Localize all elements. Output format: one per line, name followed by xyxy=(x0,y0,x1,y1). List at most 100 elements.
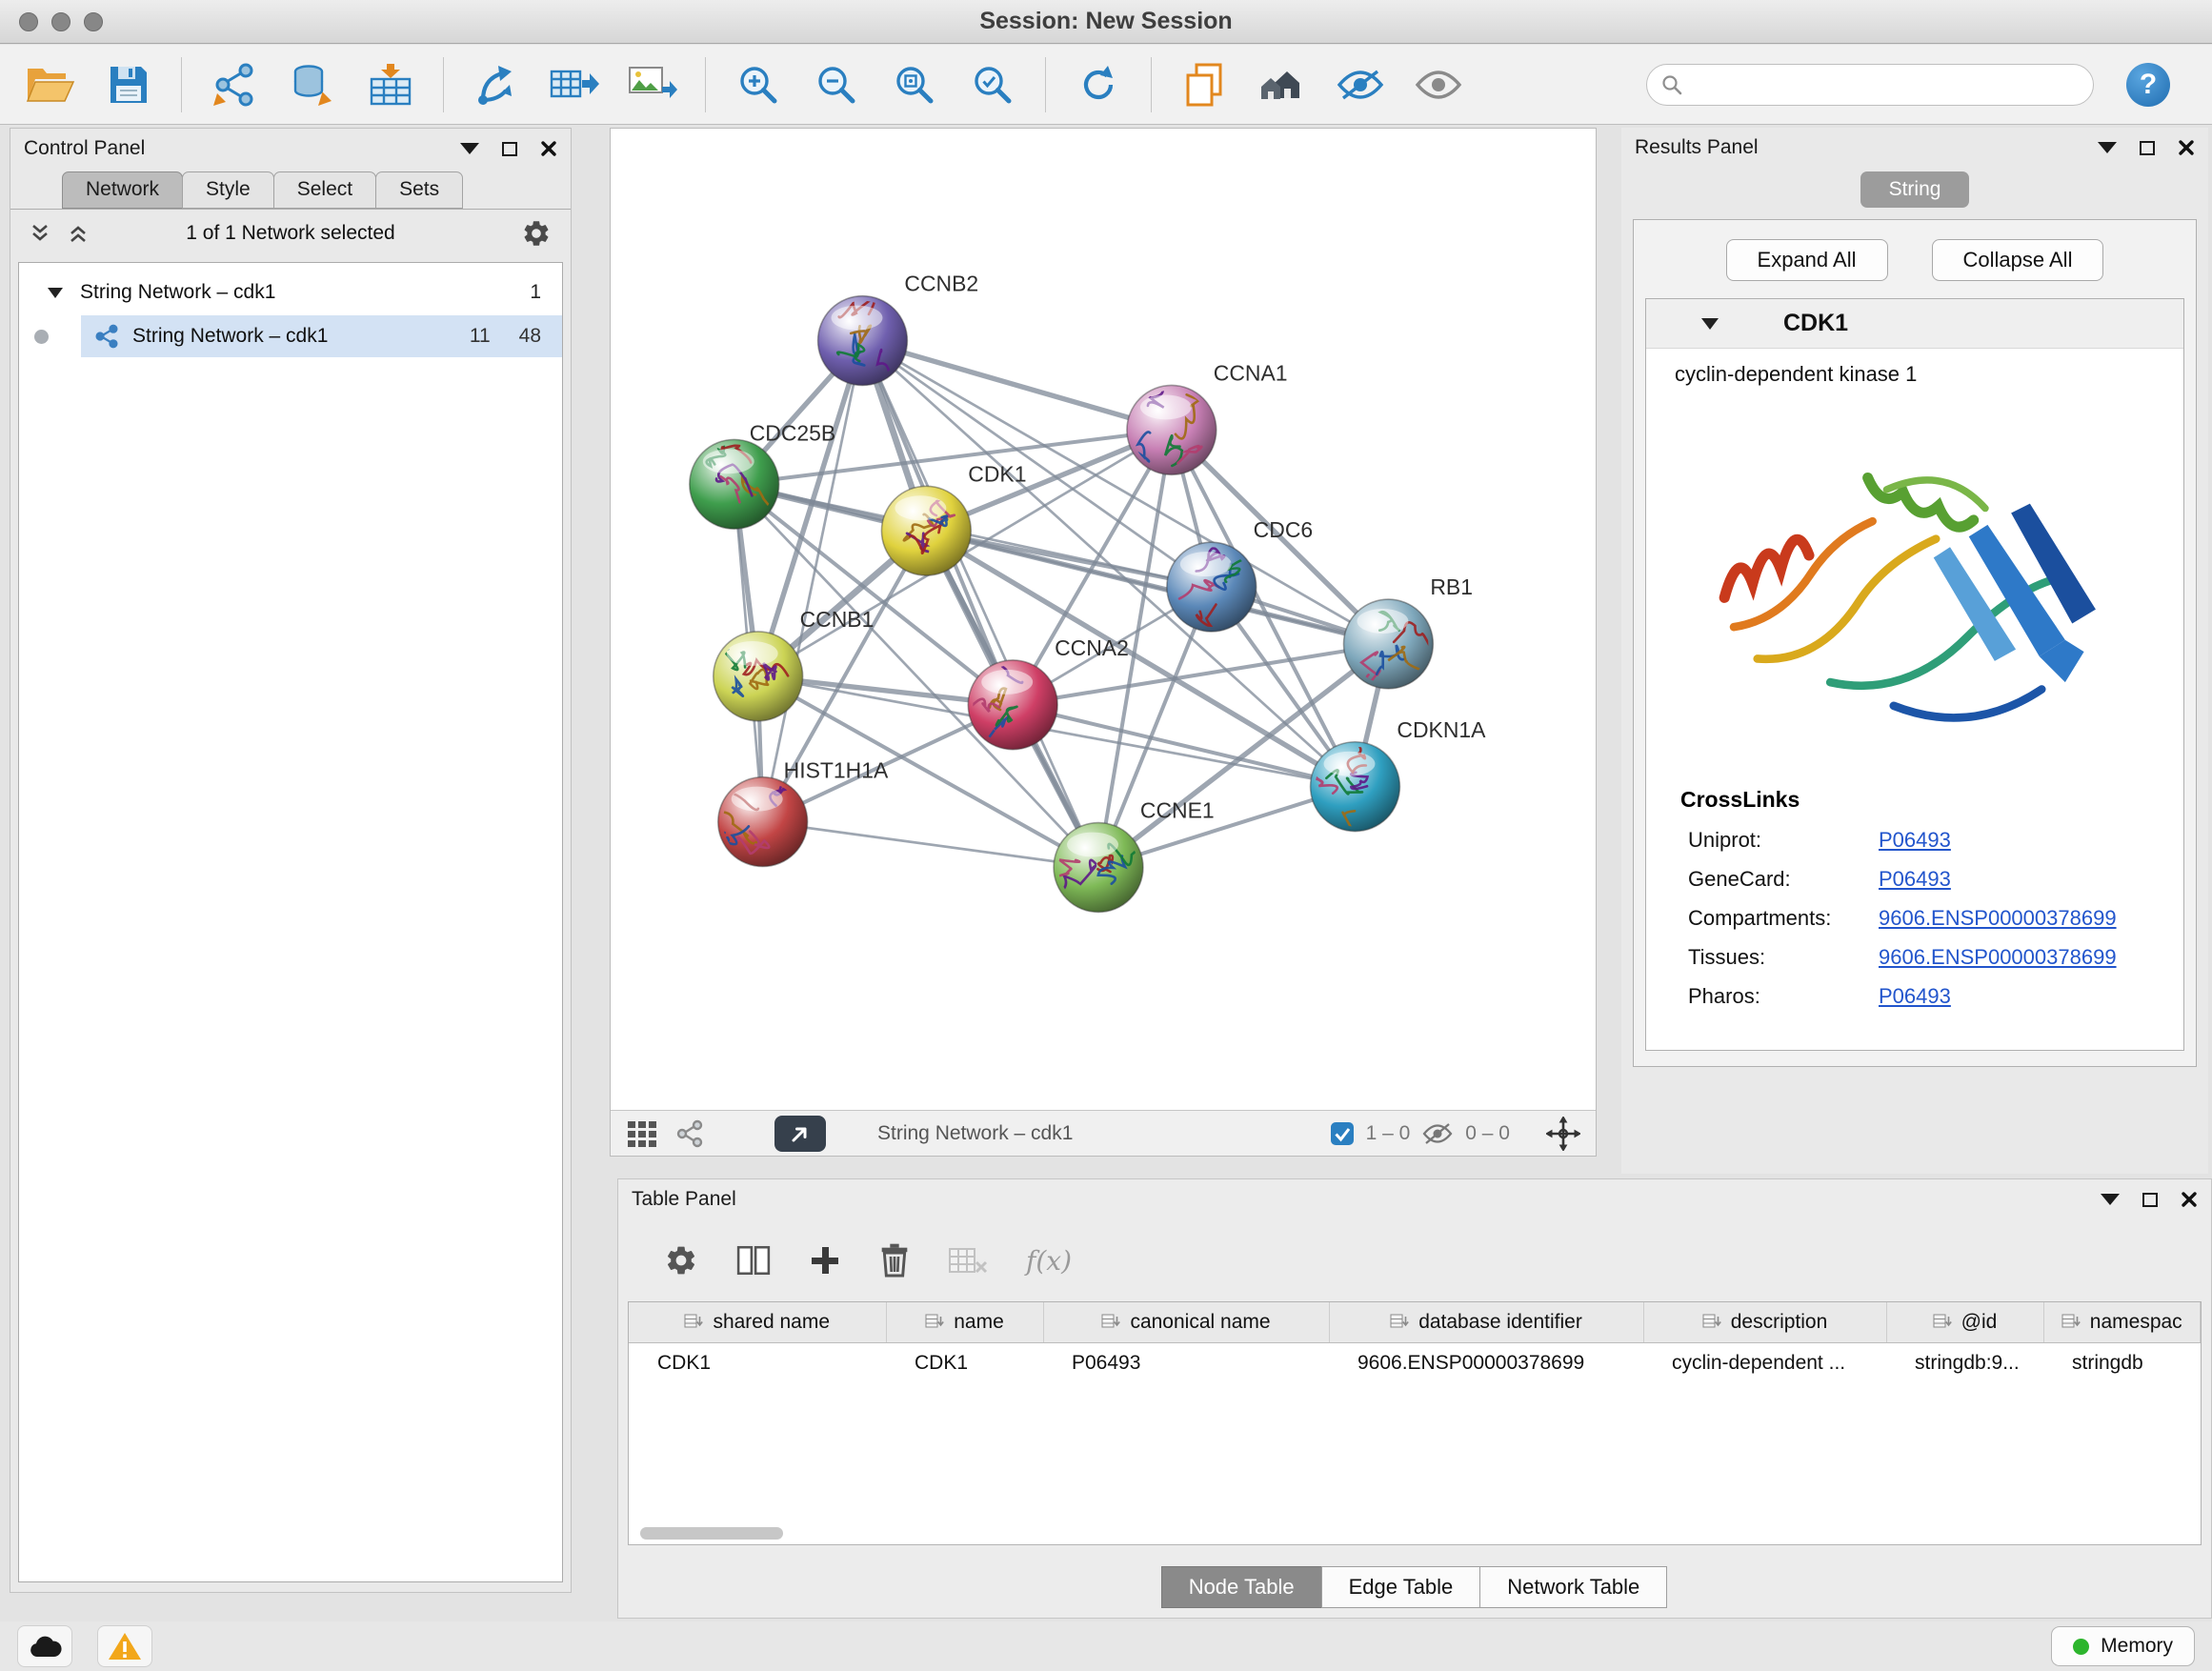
crosslink-link[interactable]: 9606.ENSP00000378699 xyxy=(1879,945,2117,970)
zoom-selected-button[interactable] xyxy=(957,53,1028,116)
expand-all-icon[interactable] xyxy=(68,224,89,243)
panel-menu-icon[interactable] xyxy=(2098,142,2117,153)
zoom-window-button[interactable] xyxy=(84,12,103,31)
show-graphics-details-button[interactable] xyxy=(1403,53,1474,116)
search-input[interactable] xyxy=(1691,73,2080,95)
function-builder-icon[interactable]: f(x) xyxy=(1026,1245,1072,1277)
float-panel-icon[interactable] xyxy=(2140,141,2155,155)
home-button[interactable] xyxy=(1247,53,1317,116)
cell-namespace[interactable]: stringdb xyxy=(2043,1342,2201,1384)
float-panel-icon[interactable] xyxy=(502,142,517,156)
crosslink-link[interactable]: P06493 xyxy=(1879,984,1951,1009)
string-results-tab[interactable]: String xyxy=(1860,171,1970,208)
open-session-button[interactable] xyxy=(15,53,86,116)
column-header[interactable]: namespac xyxy=(2043,1302,2201,1342)
zoom-fit-icon xyxy=(893,63,936,107)
network-collection-row[interactable]: String Network – cdk1 1 xyxy=(19,271,562,314)
network-edge[interactable] xyxy=(862,341,1171,431)
cell-description[interactable]: cyclin-dependent ... xyxy=(1643,1342,1886,1384)
float-panel-icon[interactable] xyxy=(2142,1193,2158,1207)
crosslink-link[interactable]: 9606.ENSP00000378699 xyxy=(1879,906,2117,931)
string-network-icon xyxy=(94,324,119,349)
zoom-in-button[interactable] xyxy=(723,53,794,116)
close-panel-icon[interactable] xyxy=(2178,139,2195,156)
help-button[interactable]: ? xyxy=(2126,63,2170,107)
export-image-icon xyxy=(628,64,677,106)
hidden-eye-slash-icon[interactable] xyxy=(1421,1121,1454,1146)
collapse-all-icon[interactable] xyxy=(30,224,50,243)
show-columns-icon[interactable] xyxy=(736,1245,771,1276)
column-header[interactable]: description xyxy=(1643,1302,1886,1342)
table-row[interactable]: CDK1 CDK1 P06493 9606.ENSP00000378699 cy… xyxy=(629,1342,2201,1384)
panel-menu-icon[interactable] xyxy=(460,143,479,154)
tab-network[interactable]: Network xyxy=(62,171,183,209)
zoom-fit-button[interactable] xyxy=(879,53,950,116)
crosslink-link[interactable]: P06493 xyxy=(1879,867,1951,892)
tab-select[interactable]: Select xyxy=(273,171,376,209)
tab-node-table[interactable]: Node Table xyxy=(1161,1566,1322,1608)
collapse-all-button[interactable]: Collapse All xyxy=(1932,239,2104,281)
network-graph-svg[interactable]: CCNB2CCNA1CDC25BCDK1CDC6RB1CCNB1CCNA2CDK… xyxy=(611,129,1596,1110)
column-header[interactable]: @id xyxy=(1886,1302,2043,1342)
network-edge[interactable] xyxy=(763,341,863,822)
zoom-out-button[interactable] xyxy=(801,53,872,116)
cell-name[interactable]: CDK1 xyxy=(886,1342,1043,1384)
tree-expand-icon[interactable] xyxy=(48,288,63,298)
import-network-database-button[interactable] xyxy=(277,53,348,116)
panel-menu-icon[interactable] xyxy=(2101,1194,2120,1205)
tab-edge-table[interactable]: Edge Table xyxy=(1321,1566,1481,1608)
gene-description: cyclin-dependent kinase 1 xyxy=(1646,349,2183,387)
minimize-window-button[interactable] xyxy=(51,12,70,31)
network-canvas[interactable]: CCNB2CCNA1CDC25BCDK1CDC6RB1CCNB1CCNA2CDK… xyxy=(611,129,1596,1110)
close-panel-icon[interactable] xyxy=(540,140,557,157)
import-table-button[interactable] xyxy=(355,53,426,116)
new-network-button[interactable] xyxy=(461,53,532,116)
delete-trash-icon[interactable] xyxy=(879,1242,910,1278)
memory-button[interactable]: Memory xyxy=(2051,1626,2195,1666)
collapse-section-icon[interactable] xyxy=(1701,318,1719,330)
selected-checkbox-icon[interactable] xyxy=(1330,1121,1355,1146)
network-options-gear-icon[interactable] xyxy=(521,218,552,249)
table-panel: Table Panel f(x) shared name name xyxy=(617,1178,2212,1619)
warnings-button[interactable] xyxy=(97,1625,152,1667)
crosslink-link[interactable]: P06493 xyxy=(1879,828,1951,853)
column-header[interactable]: shared name xyxy=(629,1302,886,1342)
export-image-button[interactable] xyxy=(617,53,688,116)
gene-section-header[interactable]: CDK1 xyxy=(1646,299,2183,349)
current-network-indicator[interactable] xyxy=(34,330,49,344)
network-edge[interactable] xyxy=(862,341,1098,868)
refresh-button[interactable] xyxy=(1063,53,1134,116)
table-options-gear-icon[interactable] xyxy=(664,1243,698,1278)
cell-canonical-name[interactable]: P06493 xyxy=(1043,1342,1329,1384)
close-panel-icon[interactable] xyxy=(2181,1191,2198,1208)
network-row-selected[interactable]: String Network – cdk1 11 48 xyxy=(19,314,562,358)
tab-network-table[interactable]: Network Table xyxy=(1479,1566,1667,1608)
cloud-status-button[interactable] xyxy=(17,1625,72,1667)
search-box[interactable] xyxy=(1646,64,2094,106)
import-network-file-button[interactable] xyxy=(199,53,270,116)
expand-all-button[interactable]: Expand All xyxy=(1726,239,1888,281)
save-session-button[interactable] xyxy=(93,53,164,116)
hide-annotations-button[interactable] xyxy=(1325,53,1396,116)
column-header[interactable]: database identifier xyxy=(1329,1302,1643,1342)
copy-button[interactable] xyxy=(1169,53,1239,116)
zoom-out-icon xyxy=(814,63,858,107)
network-edge[interactable] xyxy=(763,822,1098,868)
tab-sets[interactable]: Sets xyxy=(375,171,463,209)
crosslink-label: GeneCard: xyxy=(1688,867,1879,892)
column-header[interactable]: name xyxy=(886,1302,1043,1342)
horizontal-scrollbar[interactable] xyxy=(640,1527,783,1540)
fit-content-crosshair-icon[interactable] xyxy=(1546,1117,1580,1151)
cell-database-identifier[interactable]: 9606.ENSP00000378699 xyxy=(1329,1342,1643,1384)
open-in-new-button[interactable] xyxy=(774,1116,826,1152)
column-header[interactable]: canonical name xyxy=(1043,1302,1329,1342)
close-window-button[interactable] xyxy=(19,12,38,31)
cell-id[interactable]: stringdb:9... xyxy=(1886,1342,2043,1384)
tab-style[interactable]: Style xyxy=(182,171,274,209)
export-table-button[interactable] xyxy=(539,53,610,116)
birdseye-view-icon[interactable] xyxy=(675,1119,704,1148)
grid-view-icon[interactable] xyxy=(626,1119,658,1148)
network-node-label: CDC6 xyxy=(1254,517,1313,542)
cell-shared-name[interactable]: CDK1 xyxy=(629,1342,886,1384)
add-icon[interactable] xyxy=(809,1244,841,1277)
